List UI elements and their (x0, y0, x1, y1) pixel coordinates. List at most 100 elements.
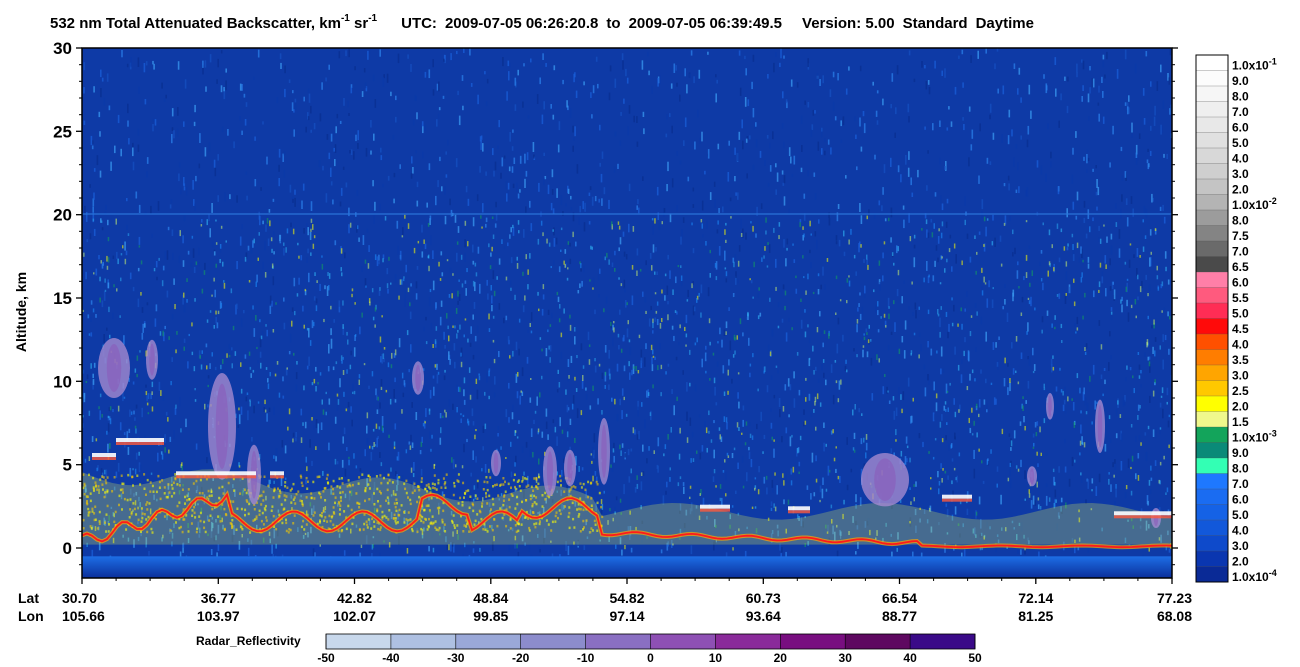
texture-speckle (799, 222, 801, 228)
texture-speckle (721, 339, 723, 348)
texture-speckle (390, 364, 393, 369)
texture-speckle (130, 411, 133, 415)
texture-speckle (580, 343, 583, 351)
texture-speckle (99, 170, 102, 178)
texture-speckle (254, 136, 256, 141)
texture-speckle (260, 187, 262, 191)
texture-speckle (1115, 484, 1117, 489)
texture-speckle (1040, 278, 1043, 282)
texture-speckle (313, 425, 315, 430)
texture-speckle (733, 447, 736, 451)
texture-speckle (467, 420, 470, 426)
texture-speckle (1048, 229, 1051, 236)
texture-speckle (939, 120, 941, 127)
texture-speckle (859, 313, 862, 320)
aerosol-speckle (486, 502, 489, 505)
texture-speckle (1130, 196, 1133, 204)
texture-speckle (204, 403, 206, 410)
texture-speckle (1102, 54, 1105, 60)
texture-speckle (388, 256, 390, 261)
texture-speckle (437, 180, 439, 188)
aerosol-speckle (161, 479, 164, 482)
texture-speckle (496, 276, 498, 280)
texture-speckle (462, 105, 464, 111)
texture-speckle (282, 395, 285, 399)
texture-speckle (1161, 281, 1164, 287)
aerosol-speckle (493, 518, 496, 521)
texture-speckle (1018, 67, 1021, 75)
texture-speckle (217, 58, 219, 68)
texture-speckle (344, 252, 346, 259)
texture-speckle (427, 223, 430, 227)
aerosol-speckle (224, 513, 227, 516)
texture-speckle (678, 453, 681, 460)
texture-speckle (944, 470, 947, 474)
texture-speckle (685, 344, 687, 347)
aerosol-speckle (182, 518, 185, 521)
texture-speckle (541, 375, 543, 380)
texture-speckle (951, 266, 953, 272)
texture-speckle (809, 249, 811, 254)
texture-speckle (1034, 307, 1036, 311)
texture-speckle (729, 340, 732, 351)
texture-speckle (1100, 374, 1103, 380)
aerosol-speckle (140, 507, 143, 510)
texture-speckle (619, 309, 621, 315)
texture-speckle (93, 168, 96, 172)
texture-speckle (469, 394, 472, 400)
texture-speckle (945, 435, 947, 441)
texture-speckle (300, 255, 303, 261)
texture-speckle (493, 358, 496, 364)
aerosol-speckle (579, 508, 582, 511)
texture-speckle (1143, 205, 1146, 214)
texture-speckle (941, 478, 943, 483)
texture-speckle (516, 436, 519, 439)
texture-speckle (347, 339, 349, 345)
aerosol-speckle (168, 491, 171, 494)
aerosol-speckle (188, 498, 191, 501)
texture-speckle (121, 50, 123, 58)
texture-speckle (326, 134, 329, 140)
texture-speckle (249, 401, 251, 407)
texture-speckle (940, 232, 943, 239)
texture-speckle (888, 313, 890, 320)
texture-speckle (410, 283, 412, 287)
texture-speckle (290, 222, 292, 228)
texture-speckle (642, 176, 644, 181)
texture-speckle (983, 399, 986, 405)
texture-speckle (910, 177, 912, 186)
aerosol-speckle (579, 482, 582, 485)
texture-speckle (1092, 168, 1094, 172)
texture-speckle (206, 219, 208, 226)
texture-speckle (1083, 442, 1086, 448)
texture-speckle (260, 362, 262, 369)
texture-speckle (939, 421, 942, 428)
aerosol-speckle (280, 503, 283, 506)
aerosol-speckle (143, 487, 146, 490)
texture-speckle (322, 470, 324, 476)
aerosol-speckle (434, 520, 437, 523)
aerosol-speckle (456, 479, 459, 482)
aerosol-speckle (489, 476, 492, 479)
texture-speckle (107, 415, 110, 419)
aerosol-speckle (404, 487, 407, 491)
texture-speckle (738, 131, 741, 140)
texture-speckle (281, 440, 284, 448)
texture-speckle (671, 389, 673, 394)
aerosol-speckle (310, 492, 313, 495)
texture-speckle (1064, 386, 1066, 395)
texture-speckle (946, 258, 948, 263)
texture-speckle (667, 301, 669, 305)
aerosol-speckle (339, 496, 342, 499)
texture-speckle (990, 382, 993, 385)
texture-speckle (315, 419, 318, 429)
texture-speckle (404, 214, 406, 219)
texture-speckle (330, 133, 333, 142)
texture-speckle (723, 329, 726, 336)
texture-speckle (600, 499, 603, 505)
texture-speckle (456, 407, 458, 413)
texture-speckle (870, 357, 873, 366)
texture-speckle (112, 255, 115, 259)
texture-speckle (800, 167, 803, 173)
texture-speckle (479, 547, 481, 552)
